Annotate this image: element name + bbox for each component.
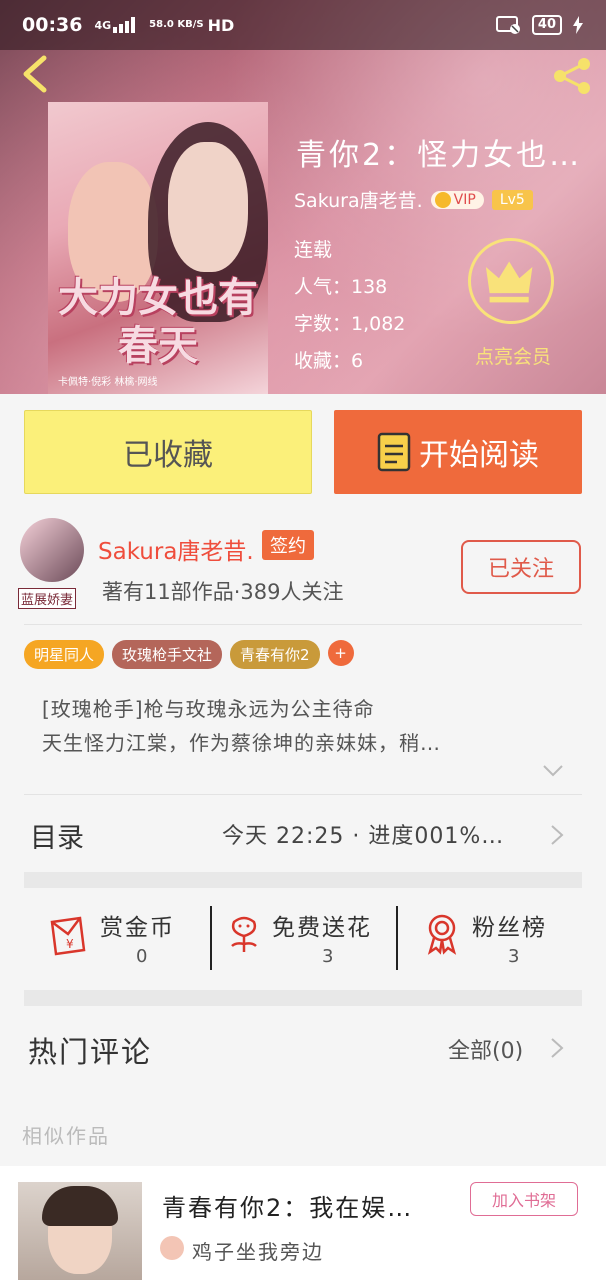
status-bar: 00:36 4G 58.0 KB/S HD 40	[0, 0, 606, 50]
vip-badge: VIP	[430, 190, 484, 209]
stat-label: 免费送花	[272, 915, 372, 941]
book-icon	[377, 432, 411, 472]
stat-value: 0	[136, 946, 148, 967]
add-to-shelf-button[interactable]: 加入书架	[470, 1182, 578, 1216]
similar-book-author: 鸡子坐我旁边	[192, 1240, 324, 1264]
tag-item[interactable]: 青春有你2	[230, 640, 320, 669]
reward-coins-stat[interactable]: ¥ 赏金币 0	[24, 888, 210, 988]
chevron-right-icon	[551, 1038, 564, 1058]
section-separator	[24, 872, 582, 888]
book-favorites: 收藏：6	[294, 350, 364, 372]
stat-label: 粉丝榜	[472, 915, 547, 941]
book-word-count: 字数：1,082	[294, 313, 406, 335]
cover-figure	[168, 142, 248, 272]
hd-indicator: HD	[207, 15, 235, 35]
start-reading-button[interactable]: 开始阅读	[334, 410, 582, 494]
divider	[24, 624, 582, 625]
collected-button[interactable]: 已收藏	[24, 410, 312, 494]
battery-level: 40	[531, 15, 562, 35]
divider	[24, 794, 582, 795]
toc-label: 目录	[30, 823, 84, 854]
book-status: 连载	[294, 239, 333, 261]
follow-button[interactable]: 已关注	[461, 540, 581, 594]
tag-item[interactable]: 玫瑰枪手文社	[112, 640, 223, 669]
author-avatar[interactable]	[20, 518, 84, 582]
support-stats: ¥ 赏金币 0 免费送花 3 粉丝榜 3	[24, 888, 582, 988]
chevron-down-icon[interactable]	[542, 764, 564, 778]
tag-item[interactable]: 明星同人	[24, 640, 105, 669]
cover-title: 大力女也有春天	[58, 274, 258, 369]
table-of-contents-row[interactable]: 目录 今天 22:25 · 进度001%…	[0, 796, 606, 872]
similar-works-label: 相似作品	[22, 1124, 110, 1148]
author-stats: 著有11部作品·389人关注	[102, 580, 344, 604]
network-speed: 58.0 KB/S	[149, 19, 204, 30]
member-label[interactable]: 点亮会员	[468, 342, 558, 369]
charging-icon	[573, 16, 583, 34]
author-info-row: Sakura唐老昔. VIP Lv5	[294, 186, 533, 213]
signal-icon	[113, 17, 136, 33]
back-arrow-icon[interactable]	[18, 54, 52, 94]
stat-value: 3	[508, 946, 520, 967]
cover-credits: 卡佩特·倪彩 林檎·网线	[58, 377, 158, 388]
similar-book-title[interactable]: 青春有你2：我在娱…	[162, 1188, 452, 1223]
author-name[interactable]: Sakura唐老昔.	[294, 186, 423, 213]
avatar-tag: 蓝展娇妻	[18, 588, 77, 609]
red-envelope-icon: ¥	[50, 916, 86, 956]
tag-list: 明星同人 玫瑰枪手文社 青春有你2 +	[24, 640, 354, 669]
add-tag-button[interactable]: +	[327, 640, 354, 666]
intro-line: 天生怪力江棠，作为蔡徐坤的亲妹妹，稍…	[42, 731, 441, 755]
toc-progress: 今天 22:25 · 进度001%…	[222, 824, 505, 849]
book-intro[interactable]: [玫瑰枪手]枪与玫瑰永远为公主待命 天生怪力江棠，作为蔡徐坤的亲妹妹，稍…	[42, 692, 562, 760]
hot-comments-row[interactable]: 热门评论 全部(0)	[0, 1005, 606, 1091]
medal-icon	[427, 914, 457, 955]
cast-off-icon	[495, 16, 520, 34]
similar-book-cover[interactable]	[18, 1182, 142, 1280]
book-popularity: 人气：138	[294, 276, 388, 298]
level-badge: Lv5	[491, 189, 533, 210]
network-indicator: 4G	[94, 18, 112, 32]
member-button[interactable]	[468, 238, 554, 324]
share-icon[interactable]	[550, 56, 594, 96]
flower-icon	[231, 916, 257, 952]
start-reading-label: 开始阅读	[419, 438, 539, 473]
signed-badge: 签约	[262, 530, 314, 560]
all-comments-link[interactable]: 全部(0)	[448, 1033, 523, 1065]
book-meta: 连载 人气：138 字数：1,082 收藏：6	[294, 232, 405, 380]
book-cover[interactable]: 大力女也有春天 卡佩特·倪彩 林檎·网线	[48, 102, 268, 394]
section-separator	[24, 990, 582, 1006]
stat-label: 赏金币	[100, 915, 175, 941]
similar-book-card[interactable]: 青春有你2：我在娱… 加入书架 鸡子坐我旁边	[0, 1166, 606, 1280]
fan-rank-stat[interactable]: 粉丝榜 3	[396, 888, 582, 988]
free-flowers-stat[interactable]: 免费送花 3	[210, 888, 396, 988]
crown-icon	[434, 191, 451, 208]
intro-line: [玫瑰枪手]枪与玫瑰永远为公主待命	[42, 697, 375, 721]
vip-label: VIP	[453, 191, 476, 208]
cover-figure	[42, 1186, 118, 1226]
stat-value: 3	[322, 946, 334, 967]
status-time: 00:36	[22, 14, 83, 36]
author-name[interactable]: Sakura唐老昔.	[98, 532, 254, 566]
svg-text:¥: ¥	[66, 937, 74, 951]
chevron-right-icon	[551, 825, 564, 845]
similar-author-avatar	[160, 1236, 184, 1260]
crown-icon	[485, 261, 533, 303]
book-title: 青你2：怪力女也…	[296, 138, 583, 173]
hot-comments-label: 热门评论	[28, 1035, 153, 1069]
